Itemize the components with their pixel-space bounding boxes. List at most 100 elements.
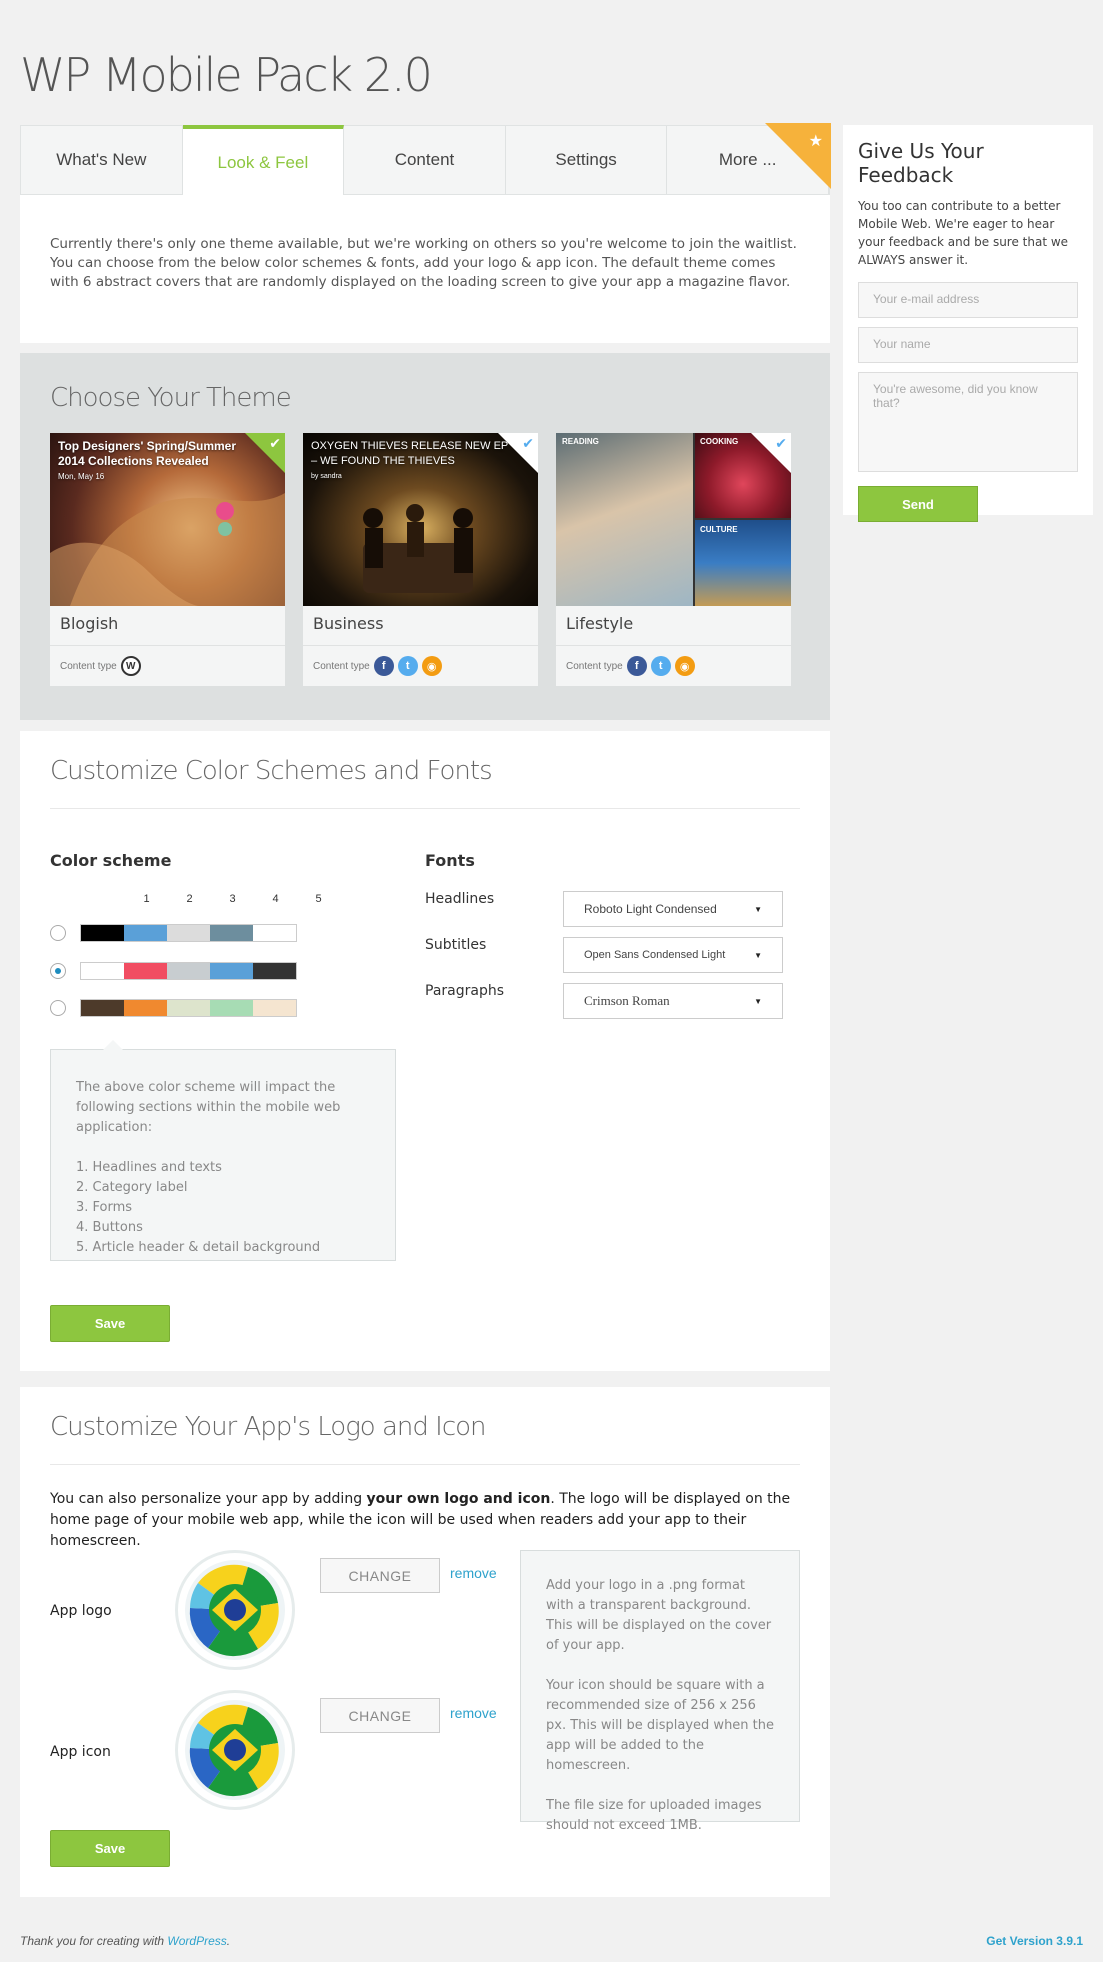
swatch bbox=[81, 1000, 124, 1016]
tab-bar: What's New Look & Feel Content Settings … bbox=[20, 123, 831, 197]
tab-look-and-feel[interactable]: Look & Feel bbox=[182, 125, 345, 197]
remove-logo-link[interactable]: remove bbox=[450, 1565, 497, 1581]
theme-card-lifestyle[interactable]: READING COOKING CULTURE ✔ Lifestyle Cont… bbox=[556, 433, 791, 686]
color-swatches bbox=[80, 924, 297, 942]
dropdown-arrow-icon: ▼ bbox=[754, 904, 762, 914]
footer-credit: Thank you for creating with WordPress. bbox=[20, 1934, 231, 1948]
headlines-font-select[interactable]: Roboto Light Condensed ▼ bbox=[563, 891, 783, 927]
twitter-icon: t bbox=[397, 656, 418, 676]
subtitles-font-select[interactable]: Open Sans Condensed Light ▼ bbox=[563, 937, 783, 973]
theme-section: Choose Your Theme Top Designers' Spring/… bbox=[20, 353, 830, 720]
premium-ribbon: ★ bbox=[765, 123, 831, 189]
logo-section-title: Customize Your App's Logo and Icon bbox=[50, 1412, 487, 1442]
color-swatches bbox=[80, 999, 297, 1017]
swatch bbox=[124, 963, 167, 979]
save-logo-button[interactable]: Save bbox=[50, 1830, 170, 1867]
facebook-icon: f bbox=[626, 656, 647, 676]
swatch bbox=[210, 963, 253, 979]
swatch bbox=[210, 1000, 253, 1016]
wordpress-link[interactable]: WordPress bbox=[167, 1934, 226, 1948]
intro-panel: Currently there's only one theme availab… bbox=[20, 195, 830, 343]
save-colors-button[interactable]: Save bbox=[50, 1305, 170, 1342]
app-icon-image bbox=[175, 1690, 295, 1810]
logo-description: You can also personalize your app by add… bbox=[50, 1491, 791, 1549]
tab-whats-new[interactable]: What's New bbox=[21, 126, 183, 194]
swatch bbox=[167, 925, 210, 941]
swatch bbox=[124, 1000, 167, 1016]
swatch bbox=[253, 963, 296, 979]
color-swatches bbox=[80, 962, 297, 980]
dropdown-arrow-icon: ▼ bbox=[754, 950, 762, 960]
swatch bbox=[124, 925, 167, 941]
app-icon-label: App icon bbox=[50, 1744, 111, 1760]
brazil-swirl-icon bbox=[185, 1700, 285, 1800]
scheme-radio-selected[interactable] bbox=[50, 963, 66, 979]
theme-name: Business bbox=[303, 606, 538, 646]
font-label-headlines: Headlines bbox=[425, 891, 495, 907]
feedback-email-input[interactable]: Your e-mail address bbox=[858, 282, 1078, 318]
scheme-radio[interactable] bbox=[50, 925, 66, 941]
theme-content-type: Content type f t ◉ bbox=[303, 646, 538, 686]
check-icon: ✔ bbox=[775, 435, 787, 451]
tab-settings[interactable]: Settings bbox=[506, 126, 668, 194]
swatch bbox=[253, 925, 296, 941]
theme-card-blogish[interactable]: Top Designers' Spring/Summer 2014 Collec… bbox=[50, 433, 285, 686]
scheme-radio[interactable] bbox=[50, 1000, 66, 1016]
color-scheme-option[interactable] bbox=[50, 962, 297, 980]
star-icon: ★ bbox=[808, 133, 823, 150]
theme-preview-headline: OXYGEN THIEVES RELEASE NEW EP – WE FOUND… bbox=[311, 440, 509, 480]
check-icon: ✔ bbox=[522, 435, 534, 451]
feedback-text: You too can contribute to a better Mobil… bbox=[858, 199, 1069, 267]
rss-icon: ◉ bbox=[421, 656, 442, 676]
theme-preview-headline: Top Designers' Spring/Summer 2014 Collec… bbox=[58, 439, 236, 481]
theme-preview-image: Top Designers' Spring/Summer 2014 Collec… bbox=[50, 433, 285, 606]
remove-icon-link[interactable]: remove bbox=[450, 1705, 497, 1721]
swatch bbox=[167, 963, 210, 979]
color-scheme-info: The above color scheme will impact the f… bbox=[50, 1040, 396, 1261]
change-icon-button[interactable]: CHANGE bbox=[320, 1698, 440, 1733]
change-logo-button[interactable]: CHANGE bbox=[320, 1558, 440, 1593]
rss-icon: ◉ bbox=[674, 656, 695, 676]
feedback-send-button[interactable]: Send bbox=[858, 486, 978, 522]
brazil-swirl-logo bbox=[185, 1560, 285, 1660]
divider bbox=[50, 808, 800, 809]
divider bbox=[50, 1464, 800, 1465]
selected-check-icon: ✔ bbox=[269, 435, 281, 451]
scheme-column-numbers: 1 2 3 4 5 bbox=[143, 893, 322, 905]
swatch bbox=[81, 963, 124, 979]
logo-info-box: Add your logo in a .png format with a tr… bbox=[520, 1550, 800, 1833]
fonts-heading: Fonts bbox=[425, 851, 475, 870]
theme-card-business[interactable]: OXYGEN THIEVES RELEASE NEW EP – WE FOUND… bbox=[303, 433, 538, 686]
feedback-title: Give Us Your Feedback bbox=[858, 139, 984, 187]
color-scheme-heading: Color scheme bbox=[50, 851, 172, 870]
wordpress-icon: W bbox=[120, 656, 141, 676]
feedback-message-textarea[interactable]: You're awesome, did you know that? bbox=[858, 372, 1078, 472]
app-logo-label: App logo bbox=[50, 1603, 112, 1619]
swatch bbox=[253, 1000, 296, 1016]
twitter-icon: t bbox=[650, 656, 671, 676]
font-label-paragraphs: Paragraphs bbox=[425, 983, 505, 999]
font-label-subtitles: Subtitles bbox=[425, 937, 487, 953]
swatch bbox=[81, 925, 124, 941]
feedback-widget: Give Us Your Feedback You too can contri… bbox=[843, 125, 1093, 522]
theme-name: Lifestyle bbox=[556, 606, 791, 646]
color-scheme-option[interactable] bbox=[50, 999, 297, 1017]
theme-preview-image: OXYGEN THIEVES RELEASE NEW EP – WE FOUND… bbox=[303, 433, 538, 606]
theme-name: Blogish bbox=[50, 606, 285, 646]
footer-version-link[interactable]: Get Version 3.9.1 bbox=[986, 1934, 1083, 1948]
app-logo-image bbox=[175, 1550, 295, 1670]
intro-text: Currently there's only one theme availab… bbox=[50, 236, 797, 290]
logo-section: Customize Your App's Logo and Icon You c… bbox=[20, 1387, 830, 1897]
feedback-name-input[interactable]: Your name bbox=[858, 327, 1078, 363]
swatch bbox=[210, 925, 253, 941]
swatch bbox=[167, 1000, 210, 1016]
theme-section-title: Choose Your Theme bbox=[50, 383, 292, 413]
page-title: WP Mobile Pack 2.0 bbox=[20, 48, 433, 102]
paragraphs-font-select[interactable]: Crimson Roman ▼ bbox=[563, 983, 783, 1019]
colors-section: Customize Color Schemes and Fonts Color … bbox=[20, 731, 830, 1371]
theme-content-type: Content type W bbox=[50, 646, 285, 686]
tab-content[interactable]: Content bbox=[344, 126, 506, 194]
dropdown-arrow-icon: ▼ bbox=[754, 996, 762, 1006]
theme-content-type: Content type f t ◉ bbox=[556, 646, 791, 686]
color-scheme-option[interactable] bbox=[50, 924, 297, 942]
